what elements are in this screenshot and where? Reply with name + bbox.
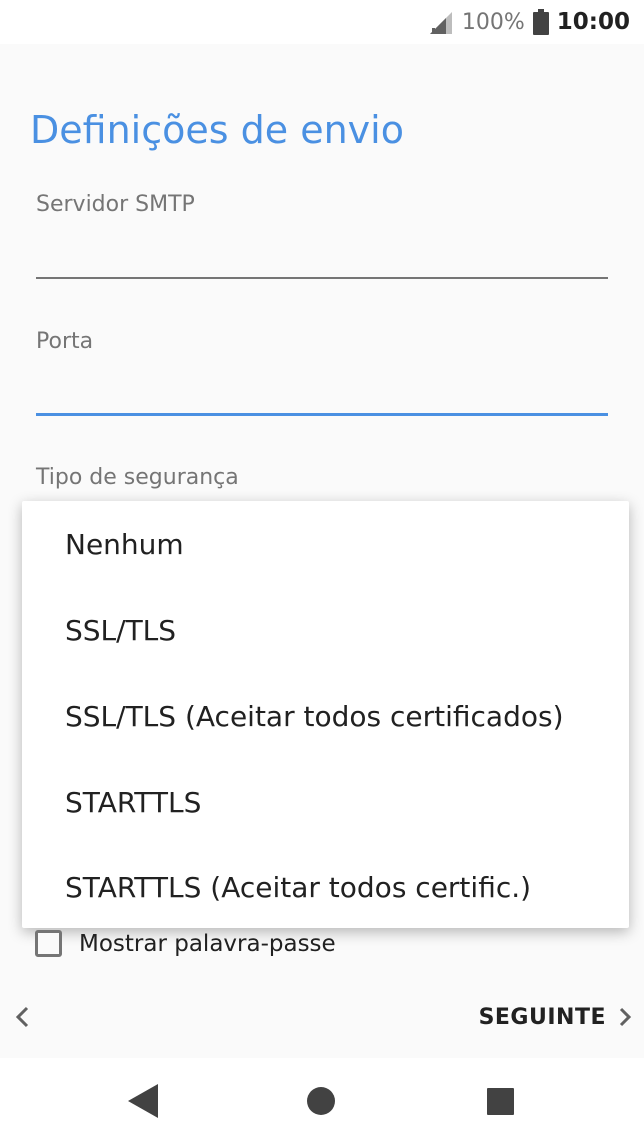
- option-ssl-tls-accept-all[interactable]: SSL/TLS (Aceitar todos certificados): [65, 700, 564, 733]
- system-nav-bar: [0, 1058, 644, 1144]
- option-ssl-tls[interactable]: SSL/TLS: [65, 614, 176, 647]
- back-chevron-icon[interactable]: [8, 999, 38, 1035]
- port-label: Porta: [36, 329, 94, 354]
- next-button[interactable]: SEGUINTE: [479, 997, 636, 1037]
- status-bar: 100% 10:00: [0, 0, 644, 44]
- port-input[interactable]: [36, 413, 608, 416]
- security-type-label: Tipo de segurança: [36, 465, 239, 490]
- show-password-label: Mostrar palavra-passe: [79, 931, 336, 957]
- option-none[interactable]: Nenhum: [65, 528, 184, 561]
- battery-icon: [532, 9, 549, 35]
- battery-percent: 100%: [461, 9, 525, 35]
- nav-recents-icon[interactable]: [487, 1088, 514, 1115]
- status-icons: 100% 10:00: [428, 0, 630, 44]
- next-button-label: SEGUINTE: [478, 1004, 606, 1030]
- clock: 10:00: [556, 9, 630, 35]
- security-type-dropdown: Nenhum SSL/TLS SSL/TLS (Aceitar todos ce…: [22, 501, 629, 928]
- smtp-server-label: Servidor SMTP: [36, 192, 195, 217]
- smtp-server-input[interactable]: [36, 277, 608, 279]
- chevron-right-icon: [619, 1007, 632, 1027]
- signal-icon: [429, 12, 452, 34]
- nav-home-icon[interactable]: [306, 1086, 336, 1116]
- option-starttls-accept-all[interactable]: STARTTLS (Aceitar todos certific.): [65, 871, 531, 904]
- show-password-checkbox[interactable]: [35, 930, 62, 957]
- nav-back-icon[interactable]: [126, 1082, 160, 1120]
- page-title: Definições de envio: [30, 108, 404, 152]
- option-starttls[interactable]: STARTTLS: [65, 786, 201, 819]
